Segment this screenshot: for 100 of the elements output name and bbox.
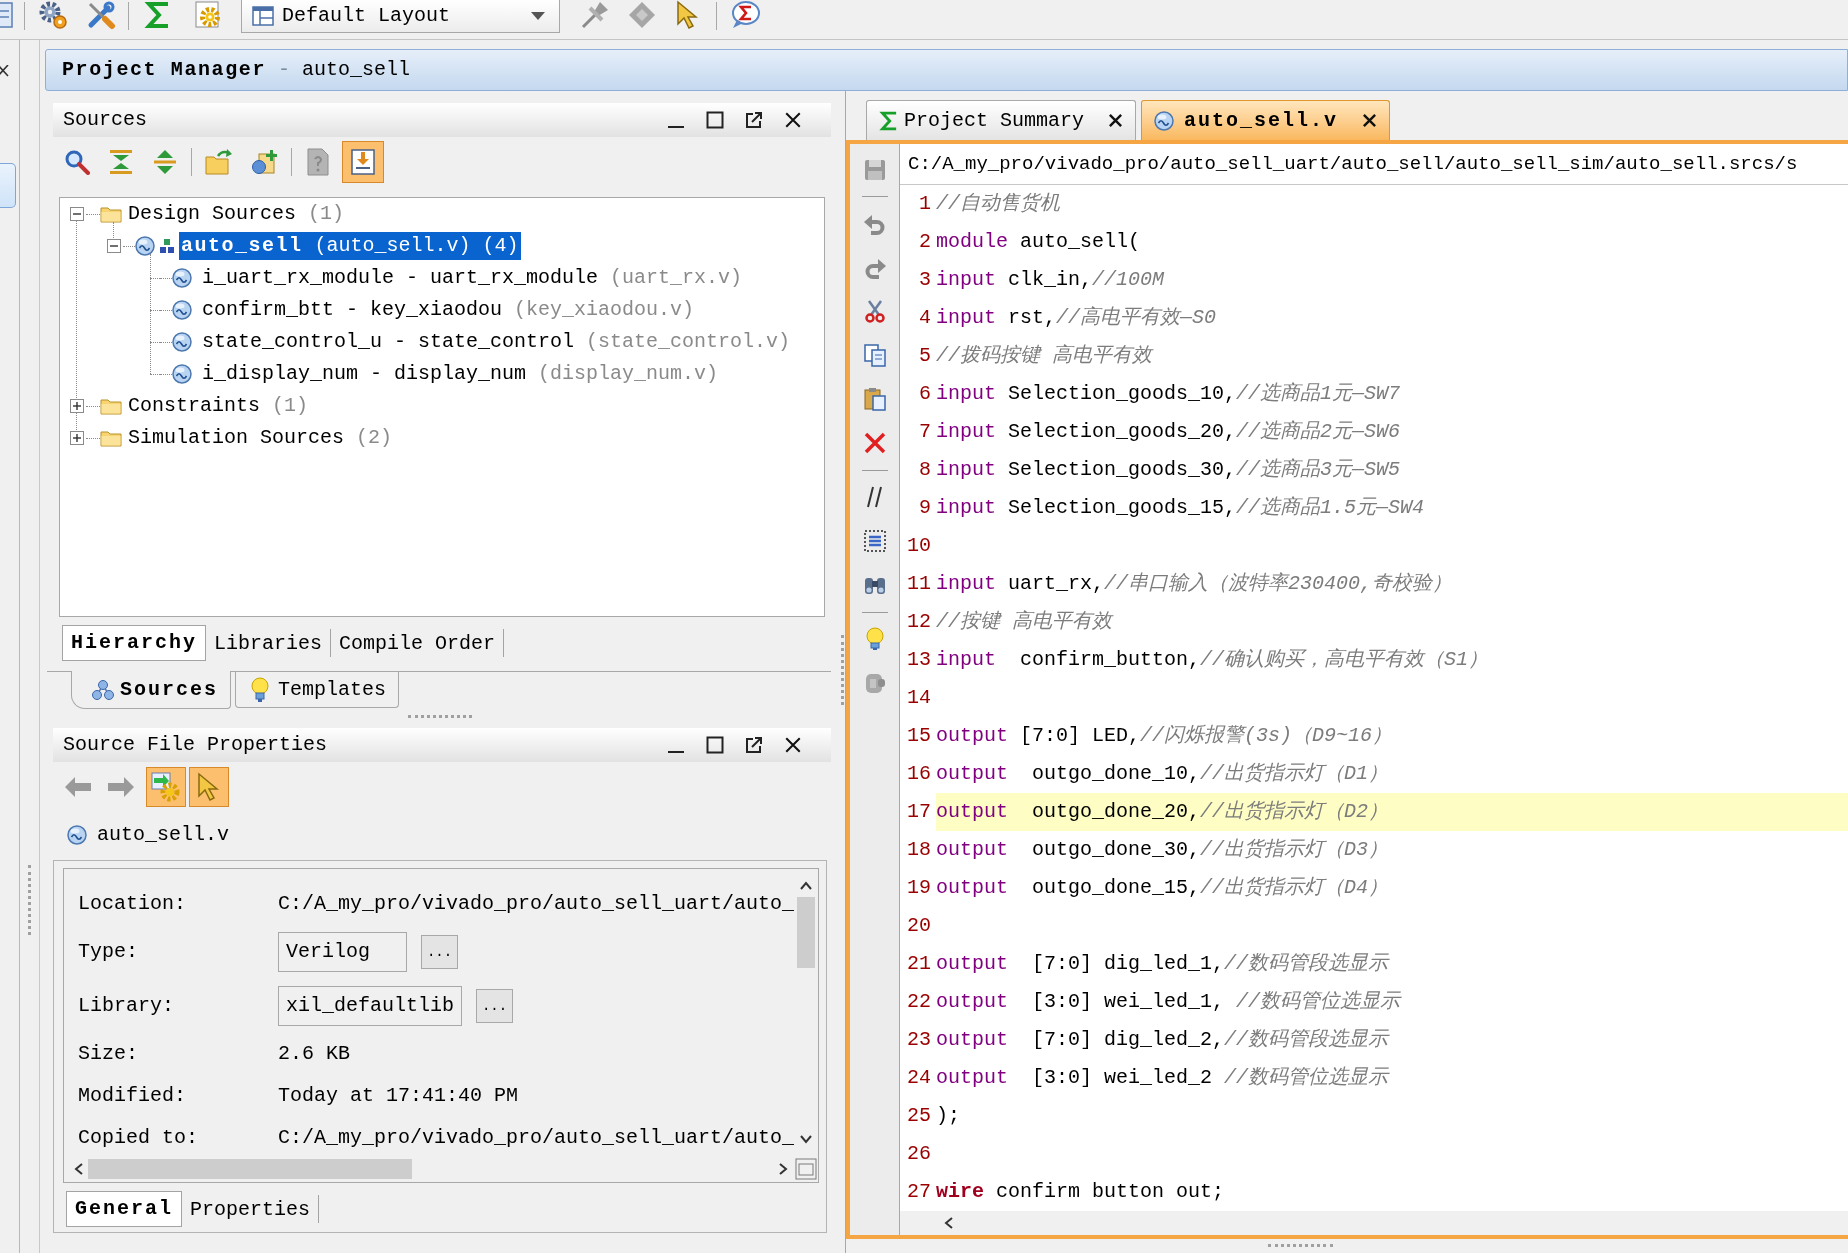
close-icon[interactable]: [784, 736, 802, 754]
panel-tab[interactable]: [0, 163, 16, 208]
add-file-icon[interactable]: [251, 149, 279, 175]
speech-bubble-icon[interactable]: [729, 0, 761, 30]
pointer-icon[interactable]: [196, 772, 222, 802]
back-arrow-icon[interactable]: [64, 776, 92, 798]
tab[interactable]: Templates: [235, 672, 400, 708]
module-icon: [172, 332, 192, 352]
toggle-button[interactable]: [189, 767, 229, 807]
maximize-icon[interactable]: [706, 111, 724, 129]
minus-icon[interactable]: [107, 239, 121, 253]
code-line: output [7:0] dig_led_2,//数码管段选显示: [936, 1027, 1389, 1053]
line-number: 5: [918, 343, 931, 369]
code-line: output [7:0] dig_led_1,//数码管段选显示: [936, 951, 1389, 977]
line-number: 7: [918, 419, 931, 445]
resize-grip[interactable]: [28, 865, 31, 935]
toggle-button[interactable]: [146, 767, 186, 807]
code-line: input clk_in,//100M: [936, 267, 1165, 293]
close-icon[interactable]: [0, 65, 10, 77]
code-line: wire confirm button out;: [936, 1179, 1225, 1205]
line-number: 20: [906, 913, 931, 939]
editor-tab[interactable]: Project Summary: [866, 100, 1137, 140]
property-value: C:/A_my_pro/vivado_pro/auto_sell_uart/auto_: [278, 1125, 794, 1151]
tab[interactable]: Sources: [71, 671, 231, 709]
resize-grip[interactable]: [408, 715, 472, 718]
select-all-icon[interactable]: [862, 529, 887, 553]
pin-icon[interactable]: [580, 0, 610, 30]
title-separator: -: [278, 57, 291, 83]
close-icon[interactable]: [784, 111, 802, 129]
value-field[interactable]: Verilog: [278, 932, 407, 972]
tree-item[interactable]: Constraints (1): [126, 392, 311, 420]
collapse-all-icon[interactable]: [108, 149, 134, 175]
code-line: );: [936, 1103, 960, 1129]
tree-item[interactable]: i_uart_rx_module - uart_rx_module (uart_rx.v): [200, 264, 745, 292]
line-number: 19: [906, 875, 931, 901]
hierarchy-icon: [92, 678, 114, 701]
code-line: input Selection_goods_15,//选商品1.5元—SW4: [936, 495, 1425, 521]
toggle-button[interactable]: [342, 141, 384, 183]
layout-icon: [252, 6, 274, 26]
editor-tab[interactable]: auto_sell.v: [1141, 100, 1391, 140]
code-line: output [7:0] LED,//闪烁报警(3s)（D9~16）: [936, 723, 1393, 749]
resize-grip[interactable]: [840, 635, 844, 705]
plus-icon[interactable]: [70, 399, 84, 413]
tab[interactable]: General: [66, 1191, 182, 1227]
line-number: 15: [906, 723, 931, 749]
tab[interactable]: Properties: [182, 1195, 320, 1223]
property-label: Size:: [78, 1041, 139, 1067]
close-icon[interactable]: [1362, 113, 1378, 128]
code-line: //拨码按键 高电平有效: [936, 343, 1152, 369]
document-icon[interactable]: [0, 1, 14, 29]
scrollbar-thumb[interactable]: [797, 897, 815, 968]
resize-grip[interactable]: [1268, 1244, 1333, 1247]
search-icon[interactable]: [64, 149, 90, 175]
open-folder-icon[interactable]: [205, 149, 233, 175]
tree-item[interactable]: i_display_num - display_num (display_num.v): [200, 360, 721, 388]
tools-icon[interactable]: [86, 0, 116, 30]
line-number: 21: [906, 951, 931, 977]
close-icon[interactable]: [1108, 113, 1124, 128]
line-number: 2: [918, 229, 931, 255]
line-number: 23: [906, 1027, 931, 1053]
gear-icon[interactable]: [38, 0, 68, 30]
line-number: 27: [906, 1179, 931, 1205]
tree-item[interactable]: Simulation Sources (2): [126, 424, 395, 452]
scrollbar-thumb[interactable]: [88, 1159, 412, 1179]
maximize-icon[interactable]: [706, 736, 724, 754]
tab[interactable]: Libraries: [206, 629, 332, 657]
tab[interactable]: Hierarchy: [62, 625, 207, 661]
line-number: 14: [906, 685, 931, 711]
copy-icon[interactable]: [862, 343, 887, 367]
tree-item[interactable]: confirm_btt - key_xiaodou (key_xiaodou.v): [200, 296, 697, 324]
float-icon[interactable]: [745, 736, 763, 754]
delete-icon[interactable]: [862, 431, 887, 455]
expand-all-icon[interactable]: [152, 149, 178, 175]
help-icon[interactable]: [306, 148, 330, 176]
sigma-icon: [879, 109, 899, 132]
diamond-icon[interactable]: [627, 0, 657, 30]
property-label: Location:: [78, 891, 188, 917]
minus-icon[interactable]: [70, 207, 84, 221]
scrollbar[interactable]: [900, 1211, 1848, 1235]
line-number: 6: [918, 381, 931, 407]
float-icon[interactable]: [745, 111, 763, 129]
tab[interactable]: Compile Order: [331, 629, 505, 657]
tree-item[interactable]: Design Sources (1): [126, 200, 347, 228]
tree-item[interactable]: auto_sell (auto_sell.v) (4): [179, 232, 521, 260]
pointer-icon[interactable]: [675, 0, 701, 30]
forward-arrow-icon[interactable]: [107, 776, 135, 798]
cut-icon[interactable]: [862, 299, 887, 323]
paste-icon[interactable]: [862, 387, 887, 411]
plus-icon[interactable]: [70, 431, 84, 445]
code-line: input Selection_goods_10,//选商品1元—SW7: [936, 381, 1401, 407]
value-field[interactable]: xil_defaultlib: [278, 986, 463, 1026]
browse-button[interactable]: ...: [421, 935, 458, 969]
line-number: 17: [906, 799, 931, 825]
tree-item[interactable]: state_control_u - state_control (state_control.v): [200, 328, 793, 356]
code-line: //自动售货机: [936, 191, 1060, 217]
code-line: output [3:0] wei_led_2 //数码管位选显示: [936, 1065, 1389, 1091]
layout-dropdown[interactable]: Default Layout: [241, 0, 560, 33]
property-value: 2.6 KB: [278, 1041, 350, 1067]
browse-button[interactable]: ...: [476, 989, 514, 1023]
save-icon[interactable]: [862, 158, 887, 182]
